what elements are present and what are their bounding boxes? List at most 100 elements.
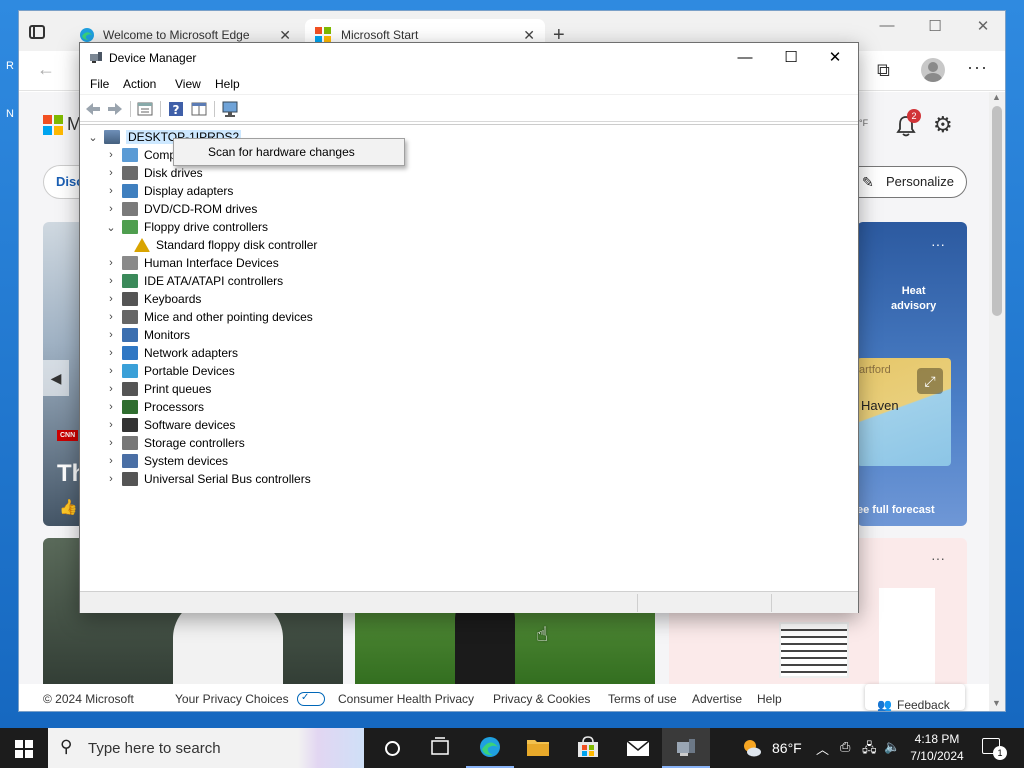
page-scrollbar[interactable]: ▲ ▼: [989, 92, 1005, 711]
expand-chevron-icon[interactable]: ›: [104, 149, 118, 161]
expand-chevron-icon[interactable]: ›: [104, 167, 118, 179]
tree-node[interactable]: › Portable Devices: [104, 362, 235, 380]
collapse-chevron-icon[interactable]: ⌄: [86, 131, 100, 144]
show-hidden-icons-chevron[interactable]: ︿: [816, 739, 829, 758]
menu-view[interactable]: View: [175, 77, 201, 91]
tree-node[interactable]: › Disk drives: [104, 164, 203, 182]
expand-chevron-icon[interactable]: ›: [104, 437, 118, 449]
microsoft-store-icon[interactable]: [564, 728, 612, 768]
expand-chevron-icon[interactable]: ›: [104, 383, 118, 395]
feedback-button[interactable]: 👥 Feedback: [865, 684, 965, 711]
expand-chevron-icon[interactable]: ›: [104, 329, 118, 341]
properties-icon[interactable]: [136, 100, 154, 118]
expand-chevron-icon[interactable]: ›: [104, 203, 118, 215]
device-manager-taskbar-icon[interactable]: [662, 728, 710, 768]
tree-node[interactable]: › Software devices: [104, 416, 235, 434]
close-tab-icon[interactable]: ✕: [279, 27, 291, 44]
tree-node[interactable]: › DVD/CD-ROM drives: [104, 200, 257, 218]
context-menu-item-scan[interactable]: Scan for hardware changes: [208, 145, 355, 159]
maximize-button[interactable]: ☐: [768, 47, 814, 69]
card-more-icon[interactable]: ···: [931, 550, 945, 566]
title-bar[interactable]: Device Manager — ☐ ✕: [80, 43, 858, 73]
tree-node[interactable]: ⌄ Floppy drive controllers: [104, 218, 268, 236]
privacy-choices-icon[interactable]: [297, 692, 325, 706]
tree-node[interactable]: › Universal Serial Bus controllers: [104, 470, 311, 488]
task-view-icon[interactable]: [416, 728, 464, 768]
expand-chevron-icon[interactable]: ›: [104, 473, 118, 485]
tree-node[interactable]: › Keyboards: [104, 290, 201, 308]
network-icon[interactable]: 🖧: [862, 739, 877, 761]
tree-node[interactable]: › IDE ATA/ATAPI controllers: [104, 272, 283, 290]
privacy-choices-link[interactable]: Your Privacy Choices: [175, 692, 289, 706]
tree-node[interactable]: Standard floppy disk controller: [130, 236, 317, 254]
expand-chevron-icon[interactable]: ›: [104, 275, 118, 287]
privacy-cookies-link[interactable]: Privacy & Cookies: [493, 692, 590, 706]
expand-chevron-icon[interactable]: ›: [104, 419, 118, 431]
full-forecast-link[interactable]: ee full forecast: [857, 504, 935, 516]
start-button[interactable]: [0, 728, 48, 768]
carousel-prev-icon[interactable]: ◀: [43, 360, 69, 396]
expand-chevron-icon[interactable]: ›: [104, 455, 118, 467]
like-icon[interactable]: 👍: [59, 498, 78, 516]
expand-chevron-icon[interactable]: ›: [104, 257, 118, 269]
advertise-link[interactable]: Advertise: [692, 692, 742, 706]
personalize-button[interactable]: ✎ Personalize: [841, 166, 967, 198]
help-icon[interactable]: ?: [167, 100, 185, 118]
edge-close-button[interactable]: ✕: [963, 17, 1003, 35]
tree-node[interactable]: › Print queues: [104, 380, 211, 398]
scan-hardware-icon[interactable]: [221, 100, 239, 118]
tree-node[interactable]: › Human Interface Devices: [104, 254, 279, 272]
system-clock[interactable]: 4:18 PM 7/10/2024: [902, 731, 972, 765]
edge-taskbar-icon[interactable]: [466, 728, 514, 768]
tree-node[interactable]: › System devices: [104, 452, 228, 470]
profile-avatar[interactable]: [921, 58, 945, 82]
weather-card[interactable]: ··· Heat advisory artford Haven ⤢ ee ful…: [857, 222, 967, 526]
heat-advisory[interactable]: Heat advisory: [891, 284, 936, 314]
scroll-up-icon[interactable]: ▲: [992, 92, 1001, 102]
mail-icon[interactable]: [614, 728, 662, 768]
menu-help[interactable]: Help: [215, 77, 240, 91]
collapse-chevron-icon[interactable]: ⌄: [104, 221, 118, 234]
terms-link[interactable]: Terms of use: [608, 692, 677, 706]
tree-node[interactable]: › Network adapters: [104, 344, 238, 362]
tree-node[interactable]: › Mice and other pointing devices: [104, 308, 313, 326]
back-arrow-icon[interactable]: [84, 100, 102, 118]
close-button[interactable]: ✕: [812, 47, 858, 69]
minimize-button[interactable]: —: [722, 47, 768, 69]
cortana-icon[interactable]: [368, 728, 416, 768]
tree-node[interactable]: › Display adapters: [104, 182, 233, 200]
forward-arrow-icon[interactable]: [106, 100, 124, 118]
taskbar-search[interactable]: ⚲ Type here to search: [48, 728, 364, 768]
collections-icon[interactable]: ⧉: [877, 60, 890, 81]
menu-file[interactable]: File: [90, 77, 109, 91]
expand-map-icon[interactable]: ⤢: [917, 368, 943, 394]
weather-more-icon[interactable]: ···: [931, 236, 945, 252]
search-highlight-image[interactable]: [298, 728, 364, 768]
expand-chevron-icon[interactable]: ›: [104, 401, 118, 413]
volume-icon[interactable]: 🔈: [884, 739, 900, 755]
discover-button[interactable]: Disc: [43, 165, 83, 199]
view-icon[interactable]: [190, 100, 208, 118]
tree-node[interactable]: › Monitors: [104, 326, 190, 344]
edge-maximize-button[interactable]: ☐: [915, 17, 955, 35]
back-arrow-icon[interactable]: ←: [37, 59, 55, 80]
help-link[interactable]: Help: [757, 692, 782, 706]
expand-chevron-icon[interactable]: ›: [104, 293, 118, 305]
tree-node[interactable]: › Processors: [104, 398, 204, 416]
expand-chevron-icon[interactable]: ›: [104, 347, 118, 359]
scrollbar-thumb[interactable]: [992, 106, 1002, 316]
settings-gear-icon[interactable]: ⚙: [933, 112, 953, 138]
edge-minimize-button[interactable]: —: [867, 17, 907, 34]
expand-chevron-icon[interactable]: ›: [104, 311, 118, 323]
scroll-down-icon[interactable]: ▼: [992, 698, 1001, 708]
menu-action[interactable]: Action: [123, 77, 156, 91]
tree-node[interactable]: › Storage controllers: [104, 434, 245, 452]
expand-chevron-icon[interactable]: ›: [104, 185, 118, 197]
tab-actions-icon[interactable]: [29, 25, 45, 39]
more-options-icon[interactable]: ···: [967, 57, 988, 78]
meet-now-icon[interactable]: ⎙: [840, 739, 850, 755]
taskbar-weather[interactable]: 86°F: [738, 728, 808, 768]
close-tab-icon[interactable]: ✕: [523, 27, 535, 44]
expand-chevron-icon[interactable]: ›: [104, 365, 118, 377]
consumer-health-link[interactable]: Consumer Health Privacy: [338, 692, 474, 706]
